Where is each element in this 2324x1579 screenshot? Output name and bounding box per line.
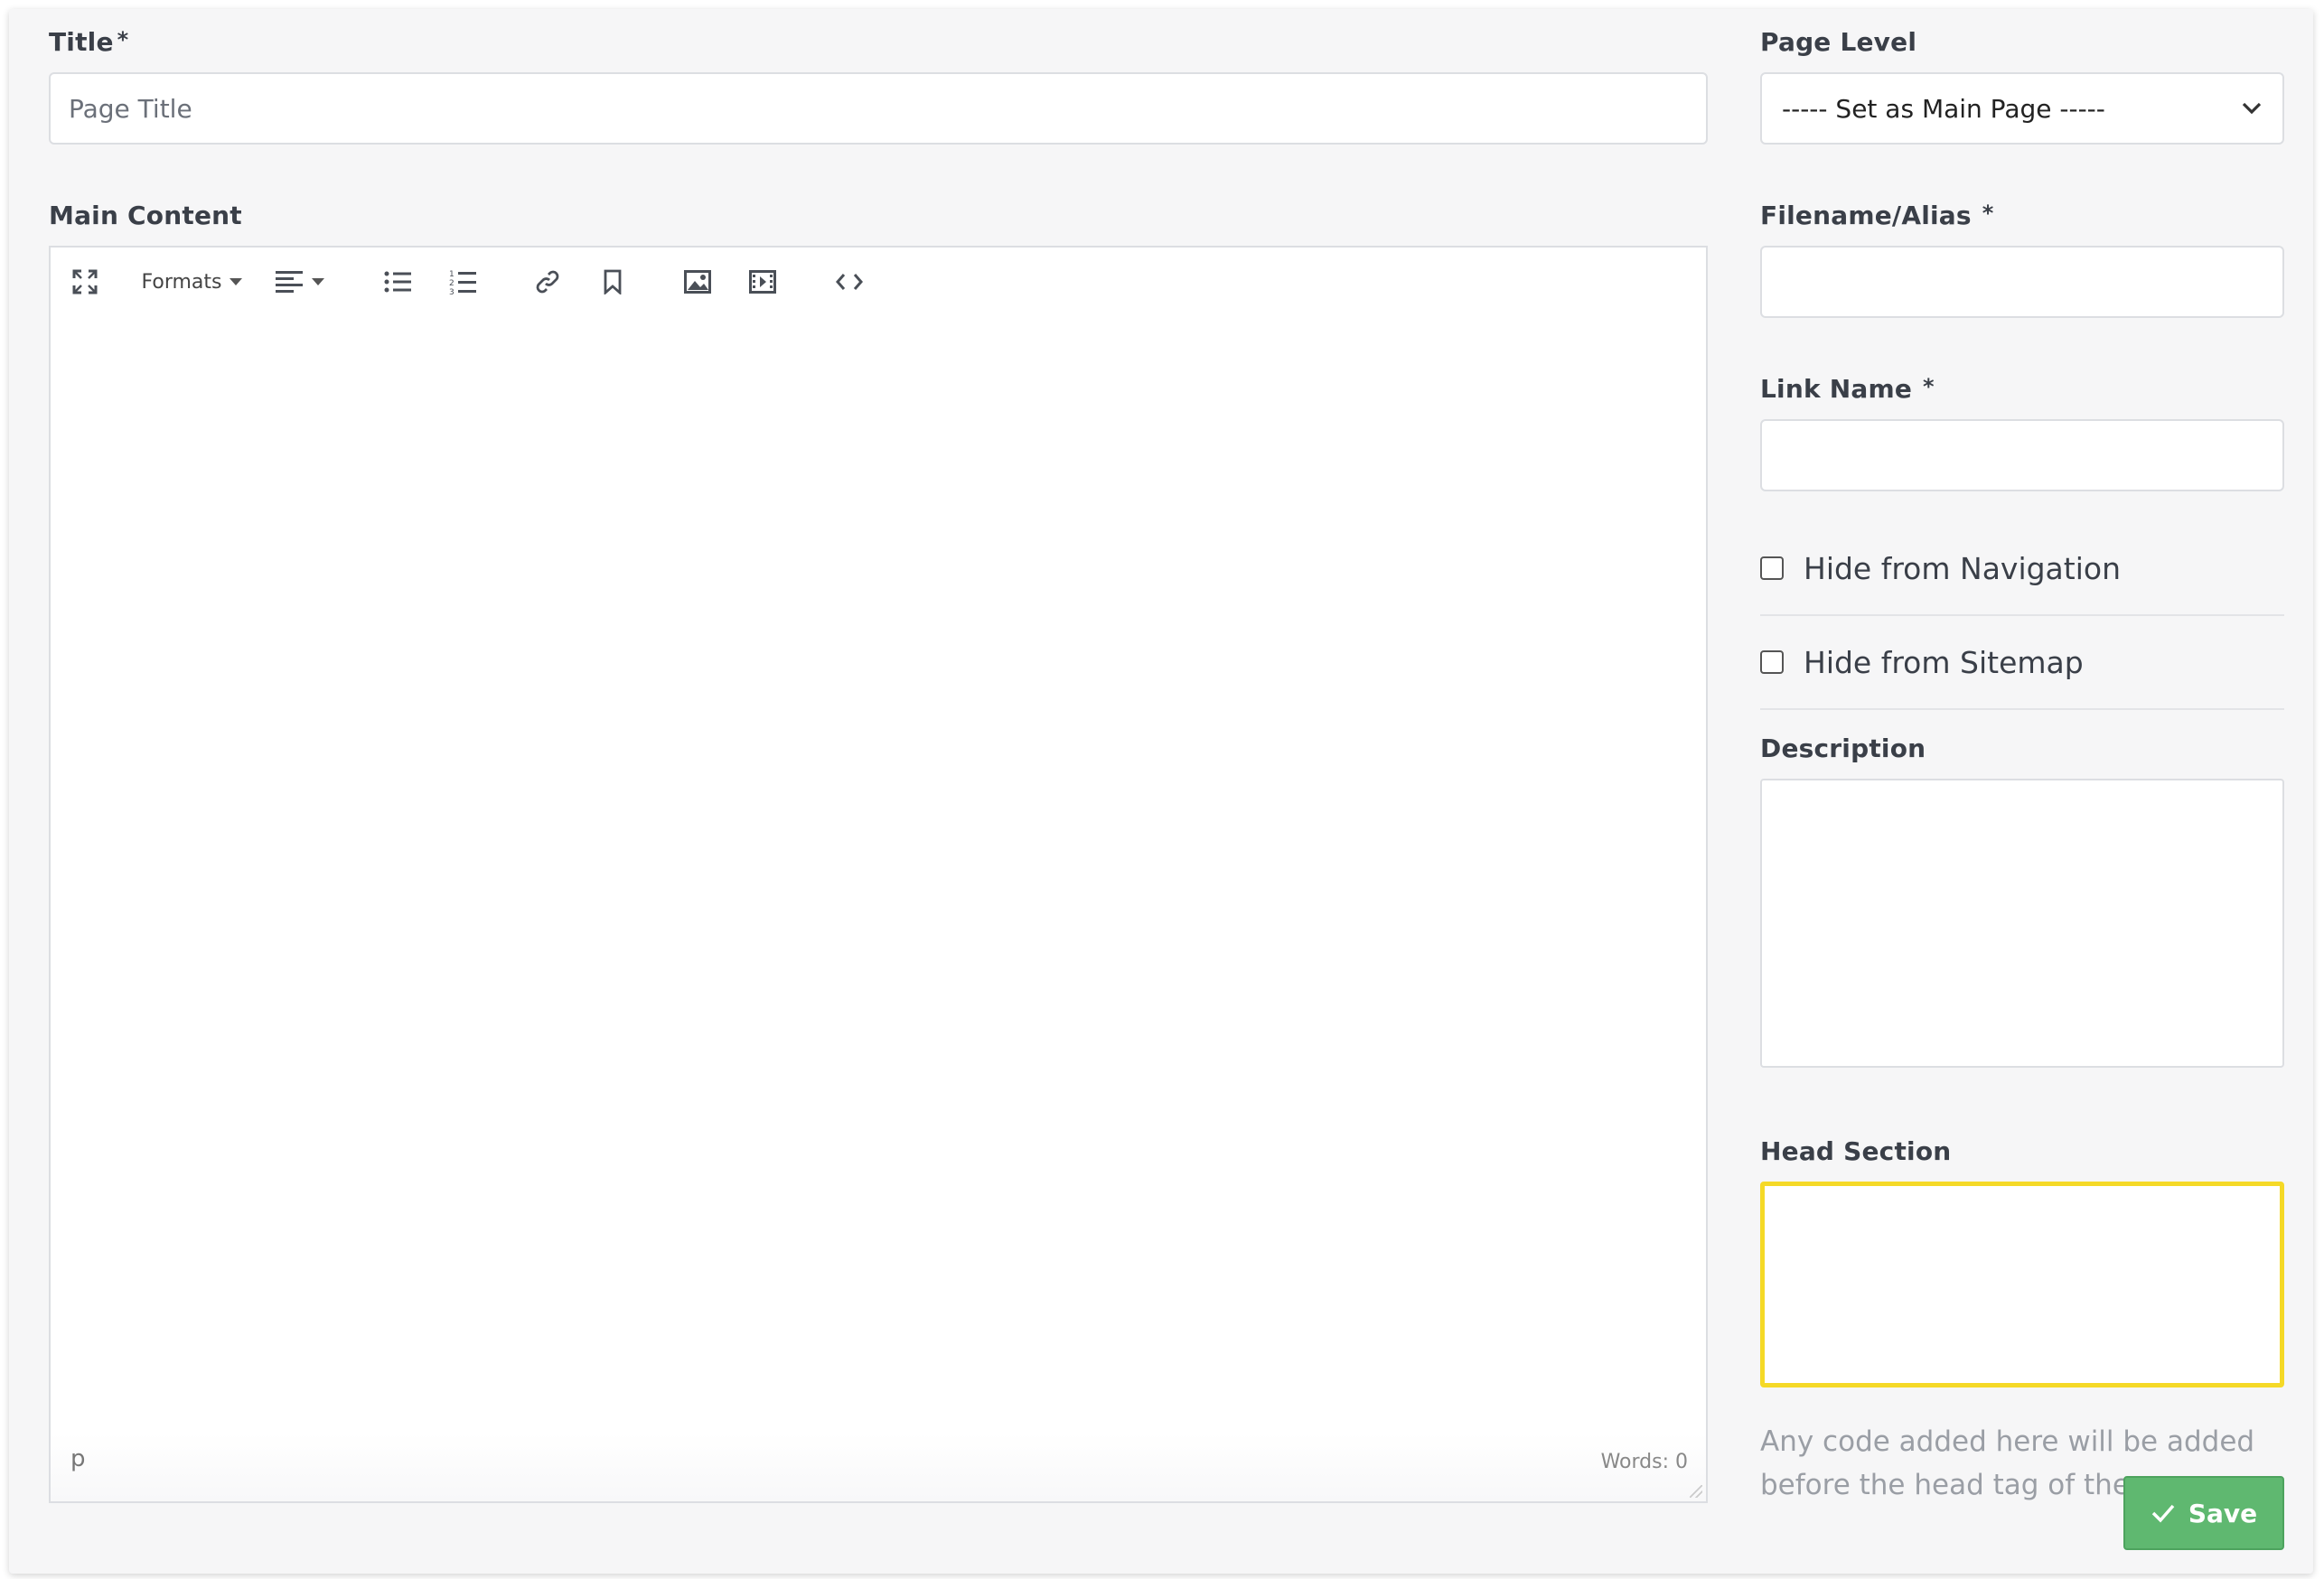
page-level-label: Page Level — [1760, 27, 1917, 57]
formats-dropdown[interactable]: Formats — [137, 264, 246, 300]
description-label: Description — [1760, 733, 1926, 763]
chevron-down-icon — [312, 278, 324, 285]
page-level-select[interactable]: ----- Set as Main Page ----- — [1760, 72, 2284, 145]
rich-text-editor: Formats 1 2 3 p Words: 0 — [49, 246, 1708, 1503]
bullet-list-icon[interactable] — [380, 264, 416, 300]
align-dropdown[interactable] — [267, 264, 333, 300]
formats-label: Formats — [141, 270, 222, 294]
chevron-down-icon — [2242, 102, 2262, 115]
editor-content-area[interactable] — [51, 316, 1706, 1433]
hide-sitemap-checkbox[interactable] — [1760, 650, 1784, 674]
word-count: Words: 0 — [1600, 1451, 1688, 1473]
required-mark: * — [117, 27, 129, 52]
image-icon[interactable] — [679, 264, 716, 300]
main-content-label: Main Content — [49, 201, 242, 230]
align-left-icon — [276, 271, 303, 293]
save-button[interactable]: Save — [2123, 1476, 2284, 1550]
svg-text:3: 3 — [449, 288, 454, 294]
title-label-text: Title — [49, 27, 114, 57]
description-textarea[interactable] — [1760, 779, 2284, 1068]
hide-sitemap-label[interactable]: Hide from Sitemap — [1804, 645, 2084, 680]
page-shell: Title* Main Content Formats — [9, 9, 2313, 1574]
fullscreen-icon[interactable] — [67, 264, 103, 300]
svg-text:2: 2 — [449, 279, 454, 288]
save-button-label: Save — [2188, 1498, 2258, 1528]
resize-handle[interactable] — [1690, 1485, 1702, 1498]
filename-label: Filename/Alias * — [1760, 201, 1994, 230]
chevron-down-icon — [229, 278, 242, 285]
hide-navigation-label[interactable]: Hide from Navigation — [1804, 551, 2121, 586]
link-icon[interactable] — [529, 264, 566, 300]
head-section-label: Head Section — [1760, 1136, 1952, 1166]
element-path[interactable]: p — [70, 1445, 86, 1472]
filename-input[interactable] — [1760, 246, 2284, 318]
required-mark: * — [1923, 374, 1935, 399]
hide-navigation-row[interactable]: Hide from Navigation — [1760, 522, 2284, 616]
filename-label-text: Filename/Alias — [1760, 201, 1972, 230]
head-section-textarea[interactable] — [1760, 1182, 2284, 1387]
svg-text:1: 1 — [449, 270, 454, 279]
code-icon[interactable] — [831, 264, 867, 300]
hide-navigation-checkbox[interactable] — [1760, 556, 1784, 580]
editor-toolbar: Formats 1 2 3 — [51, 248, 1706, 316]
numbered-list-icon[interactable]: 1 2 3 — [445, 264, 481, 300]
link-name-input[interactable] — [1760, 419, 2284, 491]
link-name-label: Link Name * — [1760, 374, 1935, 404]
page-level-selected: ----- Set as Main Page ----- — [1782, 93, 2105, 124]
editor-statusbar: p Words: 0 — [51, 1433, 1706, 1501]
required-mark: * — [1982, 201, 1994, 226]
media-icon[interactable] — [745, 264, 781, 300]
bookmark-icon[interactable] — [595, 264, 631, 300]
title-label: Title * — [49, 27, 128, 57]
title-input[interactable] — [49, 72, 1708, 145]
check-icon — [2151, 1504, 2175, 1523]
link-name-label-text: Link Name — [1760, 374, 1913, 404]
hide-sitemap-row[interactable]: Hide from Sitemap — [1760, 616, 2284, 710]
